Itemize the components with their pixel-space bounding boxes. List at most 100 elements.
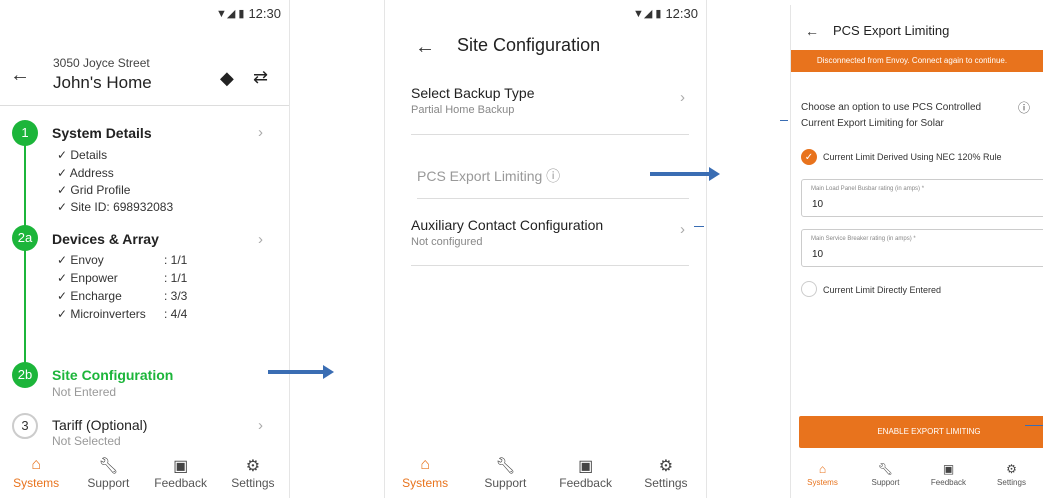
tab-support[interactable]: 🔧︎ Support — [73, 456, 143, 498]
wrench-icon: 🔧︎ — [98, 458, 119, 475]
tab-support[interactable]: 🔧︎ Support — [470, 456, 540, 498]
pcs-export-limiting-screen: ← PCS Export Limiting Disconnected from … — [790, 5, 1043, 498]
tab-support[interactable]: 🔧︎ Support — [856, 462, 916, 498]
step-2a-badge: 2a — [12, 225, 38, 251]
check-grid-profile: ✓ Grid Profile — [57, 183, 131, 197]
tab-systems[interactable]: ⌂ Systems — [1, 456, 71, 498]
site-configuration-screen: ▼◢ ▮ 12:30 ← Site Configuration Select B… — [384, 0, 707, 498]
option-nec-label: Current Limit Derived Using NEC 120% Rul… — [823, 152, 1002, 162]
swap-icon[interactable]: ⇄ — [253, 67, 268, 88]
chevron-right-icon: › — [680, 89, 685, 106]
device-envoy-count: : 1/1 — [164, 253, 188, 267]
wrench-icon: 🔧︎ — [877, 462, 894, 476]
header: ← 3050 Joyce Street John's Home ◆ ⇄ — [0, 42, 289, 106]
back-arrow-icon[interactable]: ← — [10, 64, 30, 87]
back-arrow-icon[interactable]: ← — [805, 23, 819, 39]
directions-icon[interactable]: ◆ — [220, 68, 234, 89]
pcs-export-limiting-item[interactable]: PCS Export Limiting ⓘ — [417, 166, 689, 199]
auxiliary-contact-value: Not configured — [411, 236, 483, 248]
home-icon: ⌂ — [31, 456, 41, 473]
chevron-right-icon[interactable]: › — [258, 231, 263, 248]
feedback-icon: ▣ — [173, 458, 189, 475]
busbar-rating-value: 10 — [812, 199, 824, 210]
back-arrow-icon[interactable]: ← — [415, 36, 435, 59]
connector-line — [1025, 425, 1043, 426]
progress-line — [24, 145, 26, 235]
disconnected-banner: Disconnected from Envoy. Connect again t… — [791, 50, 1043, 72]
step-2b-badge: 2b — [12, 362, 38, 388]
devices-array-title[interactable]: Devices & Array — [52, 231, 159, 247]
status-bar: ▼◢ ▮ 12:30 — [633, 6, 698, 21]
gear-icon: ⚙ — [658, 458, 674, 475]
tariff-status: Not Selected — [52, 434, 121, 448]
check-address: ✓ Address — [57, 166, 114, 180]
device-microinverters: ✓ Microinverters — [57, 307, 146, 321]
tab-feedback[interactable]: ▣ Feedback — [551, 456, 621, 498]
pcs-export-limiting-label: PCS Export Limiting ⓘ — [417, 168, 561, 184]
system-overview-screen: ▼◢ ▮ 12:30 ← 3050 Joyce Street John's Ho… — [0, 0, 290, 498]
flow-arrow — [650, 167, 720, 181]
feedback-icon: ▣ — [942, 462, 955, 476]
help-icon[interactable]: ⓘ — [1018, 99, 1030, 116]
feedback-icon: ▣ — [578, 458, 594, 475]
home-icon: ⌂ — [420, 456, 430, 473]
device-encharge: ✓ Encharge — [57, 289, 122, 303]
system-details-title[interactable]: System Details — [52, 125, 152, 141]
status-bar: ▼◢ ▮ 12:30 — [216, 6, 281, 21]
device-encharge-count: : 3/3 — [164, 289, 188, 303]
option-direct-label: Current Limit Directly Entered — [823, 285, 942, 295]
connector-line — [780, 120, 788, 121]
home-icon: ⌂ — [818, 462, 827, 476]
tab-feedback[interactable]: ▣ Feedback — [919, 462, 979, 498]
wifi-signal-icon: ▼◢ ▮ — [632, 8, 662, 20]
tab-settings[interactable]: ⚙ Settings — [982, 462, 1042, 498]
breaker-rating-value: 10 — [812, 249, 824, 260]
tab-settings[interactable]: ⚙ Settings — [631, 456, 701, 498]
option-direct-radio[interactable] — [801, 281, 817, 297]
bottom-tab-bar: ⌂ Systems 🔧︎ Support ▣ Feedback ⚙ Settings — [791, 462, 1043, 498]
tariff-title[interactable]: Tariff (Optional) — [52, 417, 147, 433]
device-microinverters-count: : 4/4 — [164, 307, 188, 321]
wrench-icon: 🔧︎ — [495, 458, 516, 475]
page-title: Site Configuration — [457, 35, 601, 55]
connector-line — [694, 226, 704, 227]
auxiliary-contact-label: Auxiliary Contact Configuration — [411, 217, 604, 233]
tab-systems[interactable]: ⌂ Systems — [390, 456, 460, 498]
gear-icon: ⚙ — [1006, 462, 1017, 476]
wifi-signal-icon: ▼◢ ▮ — [215, 8, 245, 20]
tab-systems[interactable]: ⌂ Systems — [793, 462, 853, 498]
tab-settings[interactable]: ⚙ Settings — [218, 456, 288, 498]
device-enpower-count: : 1/1 — [164, 271, 188, 285]
option-nec-radio[interactable]: ✓ — [801, 149, 817, 165]
chevron-right-icon[interactable]: › — [258, 417, 263, 434]
chevron-right-icon[interactable]: › — [258, 124, 263, 141]
progress-line — [24, 250, 26, 365]
device-enpower: ✓ Enpower — [57, 271, 118, 285]
flow-arrow — [268, 365, 334, 379]
step-1-badge: 1 — [12, 120, 38, 146]
tab-feedback[interactable]: ▣ Feedback — [146, 456, 216, 498]
status-time: 12:30 — [248, 6, 281, 21]
step-3-badge: 3 — [12, 413, 38, 439]
busbar-rating-field[interactable]: Main Load Panel Busbar rating (in amps) … — [801, 179, 1043, 217]
gear-icon: ⚙ — [245, 458, 261, 475]
page-title: PCS Export Limiting — [833, 23, 950, 38]
check-details: ✓ Details — [57, 148, 108, 162]
backup-type-item[interactable]: Select Backup Type Partial Home Backup › — [411, 85, 689, 135]
bottom-tab-bar: ⌂ Systems 🔧︎ Support ▣ Feedback ⚙ Settings — [0, 456, 289, 498]
option-prompt: Choose an option to use PCS Controlled C… — [801, 102, 982, 129]
busbar-rating-label: Main Load Panel Busbar rating (in amps) … — [811, 186, 925, 192]
breaker-rating-field[interactable]: Main Service Breaker rating (in amps) * … — [801, 229, 1043, 267]
check-site-id: ✓ Site ID: 698932083 — [57, 200, 174, 214]
backup-type-value: Partial Home Backup — [411, 104, 515, 116]
bottom-tab-bar: ⌂ Systems 🔧︎ Support ▣ Feedback ⚙ Settings — [385, 456, 706, 498]
site-name: John's Home — [53, 73, 152, 92]
enable-export-limiting-button[interactable]: ENABLE EXPORT LIMITING — [799, 416, 1043, 448]
site-address: 3050 Joyce Street — [53, 56, 150, 70]
device-envoy: ✓ Envoy — [57, 253, 104, 267]
site-configuration-title[interactable]: Site Configuration — [52, 367, 173, 383]
chevron-right-icon: › — [680, 221, 685, 238]
site-configuration-status: Not Entered — [52, 385, 117, 399]
auxiliary-contact-item[interactable]: Auxiliary Contact Configuration Not conf… — [411, 217, 689, 266]
breaker-rating-label: Main Service Breaker rating (in amps) * — [811, 236, 916, 242]
